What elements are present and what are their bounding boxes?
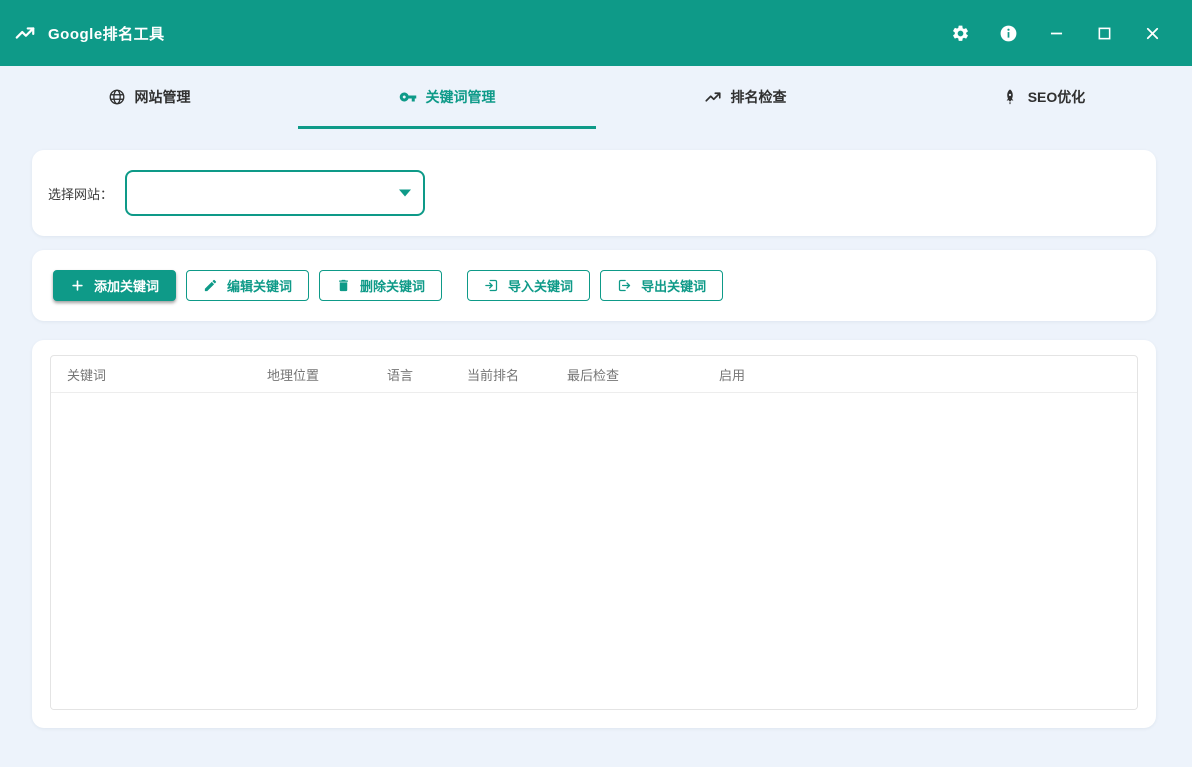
tab-keyword-management[interactable]: 关键词管理 xyxy=(298,67,596,129)
table-body-empty xyxy=(51,393,1137,709)
tab-label: 关键词管理 xyxy=(426,87,496,107)
keyword-table: 关键词 地理位置 语言 当前排名 最后检查 启用 xyxy=(50,355,1138,710)
tab-site-management[interactable]: 网站管理 xyxy=(0,67,298,129)
import-keyword-label: 导入关键词 xyxy=(508,276,573,295)
column-header-keyword: 关键词 xyxy=(51,365,251,384)
export-icon xyxy=(617,278,632,293)
export-keyword-label: 导出关键词 xyxy=(641,276,706,295)
delete-keyword-label: 删除关键词 xyxy=(360,276,425,295)
plus-icon xyxy=(70,278,85,293)
delete-keyword-button[interactable]: 删除关键词 xyxy=(319,270,442,301)
close-button[interactable] xyxy=(1142,23,1162,43)
app-title: Google排名工具 xyxy=(48,23,165,44)
tab-rank-check[interactable]: 排名检查 xyxy=(596,67,894,129)
minimize-button[interactable] xyxy=(1046,23,1066,43)
site-select[interactable] xyxy=(125,170,425,216)
export-keyword-button[interactable]: 导出关键词 xyxy=(600,270,723,301)
column-header-lastcheck: 最后检查 xyxy=(551,365,703,384)
globe-icon xyxy=(108,88,126,106)
key-icon xyxy=(399,88,417,106)
column-header-rank: 当前排名 xyxy=(451,365,551,384)
table-header-row: 关键词 地理位置 语言 当前排名 最后检查 启用 xyxy=(51,356,1137,393)
edit-keyword-label: 编辑关键词 xyxy=(227,276,292,295)
pencil-icon xyxy=(203,278,218,293)
keyword-toolbar-card: 添加关键词 编辑关键词 删除关键词 导入关键词 导出关键词 xyxy=(32,250,1156,321)
edit-keyword-button[interactable]: 编辑关键词 xyxy=(186,270,309,301)
column-header-location: 地理位置 xyxy=(251,365,371,384)
trash-icon xyxy=(336,278,351,293)
trending-up-icon xyxy=(14,22,36,44)
column-header-enabled: 启用 xyxy=(703,365,1137,384)
info-icon[interactable] xyxy=(998,23,1018,43)
add-keyword-button[interactable]: 添加关键词 xyxy=(53,270,176,301)
keyword-table-card: 关键词 地理位置 语言 当前排名 最后检查 启用 xyxy=(32,340,1156,728)
chevron-down-icon xyxy=(399,190,411,197)
site-selector-card: 选择网站： xyxy=(32,150,1156,236)
tab-label: 网站管理 xyxy=(135,87,191,107)
maximize-button[interactable] xyxy=(1094,23,1114,43)
settings-gear-icon[interactable] xyxy=(950,23,970,43)
titlebar: Google排名工具 xyxy=(0,0,1192,66)
tab-bar: 网站管理 关键词管理 排名检查 SEO优化 xyxy=(0,67,1192,129)
rocket-icon xyxy=(1001,88,1019,106)
tab-seo-optimization[interactable]: SEO优化 xyxy=(894,67,1192,129)
tab-label: SEO优化 xyxy=(1028,87,1086,107)
add-keyword-label: 添加关键词 xyxy=(94,276,159,295)
site-selector-label: 选择网站： xyxy=(48,184,113,203)
import-keyword-button[interactable]: 导入关键词 xyxy=(467,270,590,301)
trending-up-icon xyxy=(704,88,722,106)
tab-label: 排名检查 xyxy=(731,87,787,107)
import-icon xyxy=(484,278,499,293)
column-header-language: 语言 xyxy=(371,365,451,384)
